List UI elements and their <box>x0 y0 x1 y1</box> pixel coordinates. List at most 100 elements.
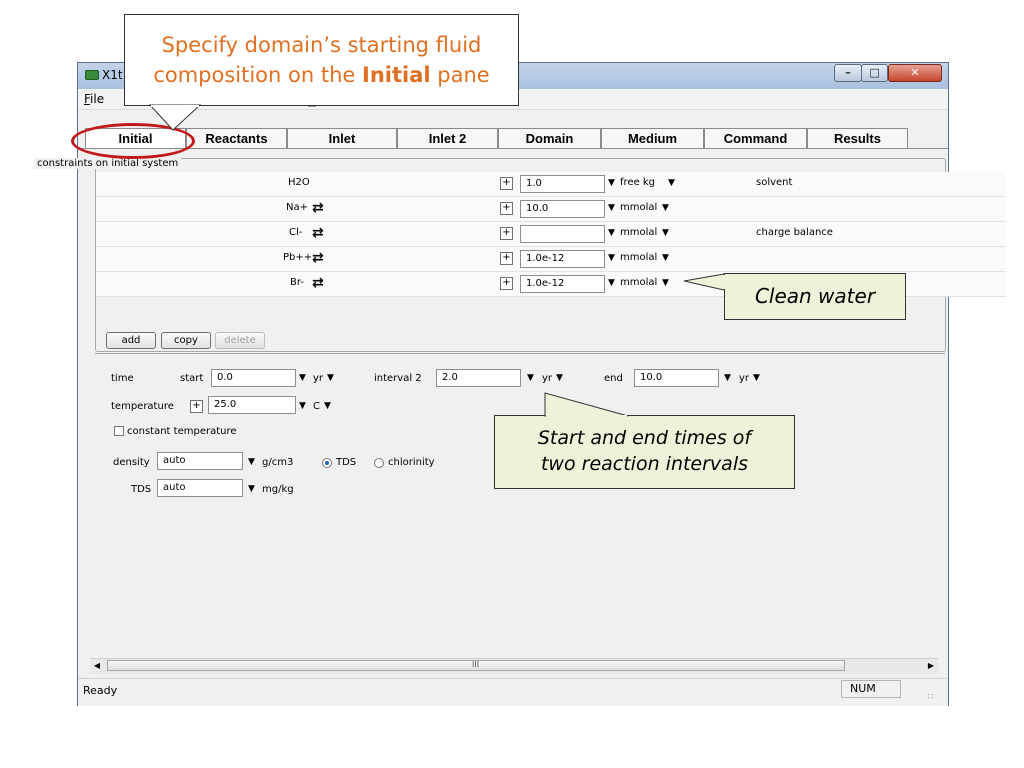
swap-icon[interactable]: ⇄ <box>312 201 324 215</box>
callout-pointer <box>683 273 725 291</box>
maximize-button[interactable]: □ <box>861 64 888 82</box>
temperature-unit-selector[interactable]: C <box>313 401 320 412</box>
interval-label: interval 2 <box>374 373 422 384</box>
scroll-right-icon[interactable]: ▶ <box>924 659 938 673</box>
callout-text: pane <box>430 63 490 87</box>
unit-selector[interactable]: mmolal <box>620 227 657 238</box>
density-unit-selector[interactable]: g/cm3 <box>262 457 293 468</box>
chevron-down-icon[interactable]: ▼ <box>724 373 731 383</box>
chevron-down-icon[interactable]: ▼ <box>608 203 615 213</box>
plus-icon[interactable]: + <box>500 202 513 215</box>
chevron-down-icon[interactable]: ▼ <box>324 401 331 411</box>
start-time-field[interactable]: 0.0 <box>211 369 296 387</box>
chevron-down-icon[interactable]: ▼ <box>608 278 615 288</box>
chevron-down-icon[interactable]: ▼ <box>327 373 334 383</box>
temperature-label: temperature <box>111 401 174 412</box>
chevron-down-icon[interactable]: ▼ <box>248 457 255 467</box>
callout-line: Start and end times of <box>537 427 752 449</box>
chevron-down-icon[interactable]: ▼ <box>299 373 306 383</box>
chevron-down-icon[interactable]: ▼ <box>608 253 615 263</box>
callout-text: composition on the <box>153 63 362 87</box>
constraint-value-field[interactable]: 1.0e-12 <box>520 250 605 268</box>
menu-item-file[interactable]: File <box>84 92 104 106</box>
window-title: X1t <box>102 68 123 82</box>
swap-icon[interactable]: ⇄ <box>312 251 324 265</box>
maximize-icon: □ <box>869 66 880 79</box>
interval-unit-selector[interactable]: yr <box>542 373 552 384</box>
add-button[interactable]: add <box>106 332 156 349</box>
callout-initial-pane: Specify domain’s starting fluid composit… <box>124 14 519 106</box>
species-name: Pb++ <box>283 252 313 263</box>
constant-temperature-checkbox[interactable] <box>114 426 124 436</box>
tab-label: Medium <box>627 131 678 146</box>
chevron-down-icon[interactable]: ▼ <box>608 228 615 238</box>
chevron-down-icon[interactable]: ▼ <box>668 178 675 188</box>
unit-selector[interactable]: mmolal <box>620 277 657 288</box>
close-icon: ✕ <box>910 66 920 79</box>
tab-divider <box>78 148 948 149</box>
scroll-left-icon[interactable]: ◀ <box>90 659 104 673</box>
constraint-value-field[interactable]: 10.0 <box>520 200 605 218</box>
chevron-down-icon[interactable]: ▼ <box>556 373 563 383</box>
unit-selector[interactable]: free kg <box>620 177 655 188</box>
temperature-field[interactable]: 25.0 <box>208 396 296 414</box>
num-lock-indicator: NUM <box>841 680 901 698</box>
chlorinity-radio-label: chlorinity <box>388 457 435 468</box>
species-name: Cl- <box>289 227 303 238</box>
tds-unit-selector[interactable]: mg/kg <box>262 484 294 495</box>
constraint-value-field[interactable]: 1.0 <box>520 175 605 193</box>
constraint-value-field[interactable] <box>520 225 605 243</box>
chevron-down-icon[interactable]: ▼ <box>662 253 669 263</box>
plus-icon[interactable]: + <box>190 400 203 413</box>
start-unit-selector[interactable]: yr <box>313 373 323 384</box>
constant-temperature-label: constant temperature <box>127 426 237 437</box>
tds-field[interactable]: auto <box>157 479 243 497</box>
chevron-down-icon[interactable]: ▼ <box>662 203 669 213</box>
chevron-down-icon[interactable]: ▼ <box>662 228 669 238</box>
plus-icon[interactable]: + <box>500 252 513 265</box>
chevron-down-icon[interactable]: ▼ <box>527 373 534 383</box>
plus-icon[interactable]: + <box>500 227 513 240</box>
density-field[interactable]: auto <box>157 452 243 470</box>
chevron-down-icon[interactable]: ▼ <box>299 401 306 411</box>
end-time-field[interactable]: 10.0 <box>634 369 719 387</box>
close-button[interactable]: ✕ <box>888 64 942 82</box>
density-label: density <box>113 457 150 468</box>
chevron-down-icon[interactable]: ▼ <box>753 373 760 383</box>
minimize-button[interactable]: – <box>834 64 862 82</box>
unit-selector[interactable]: mmolal <box>620 252 657 263</box>
callout-line: Specify domain’s starting fluid <box>161 33 482 57</box>
constraint-row: H2O + 1.0 ▼ free kg ▼ solvent <box>96 172 1006 197</box>
swap-icon[interactable]: ⇄ <box>312 226 324 240</box>
species-name: Br- <box>290 277 304 288</box>
end-unit-selector[interactable]: yr <box>739 373 749 384</box>
plus-icon[interactable]: + <box>500 177 513 190</box>
tab-medium[interactable]: Medium <box>601 128 704 148</box>
minimize-icon: – <box>845 66 851 79</box>
tab-command[interactable]: Command <box>704 128 807 148</box>
tab-label: Results <box>834 131 881 146</box>
constraint-row: Cl- ⇄ + ▼ mmolal ▼ charge balance <box>96 222 1006 247</box>
status-bar <box>78 678 948 706</box>
tab-inlet[interactable]: Inlet <box>287 128 397 148</box>
tab-results[interactable]: Results <box>807 128 908 148</box>
chevron-down-icon[interactable]: ▼ <box>662 278 669 288</box>
chevron-down-icon[interactable]: ▼ <box>248 484 255 494</box>
interval-time-field[interactable]: 2.0 <box>436 369 521 387</box>
swap-icon[interactable]: ⇄ <box>312 276 324 290</box>
copy-button[interactable]: copy <box>161 332 211 349</box>
constraint-value-field[interactable]: 1.0e-12 <box>520 275 605 293</box>
unit-selector[interactable]: mmolal <box>620 202 657 213</box>
tab-label: Inlet 2 <box>428 131 467 146</box>
callout-reaction-intervals: Start and end times of two reaction inte… <box>494 415 795 489</box>
chevron-down-icon[interactable]: ▼ <box>608 178 615 188</box>
tds-radio[interactable] <box>322 458 332 468</box>
delete-button[interactable]: delete <box>215 332 265 349</box>
tab-domain[interactable]: Domain <box>498 128 601 148</box>
resize-grip-icon[interactable]: ∷ <box>928 692 933 701</box>
tab-inlet-2[interactable]: Inlet 2 <box>397 128 498 148</box>
constraint-row: Pb++ ⇄ + 1.0e-12 ▼ mmolal ▼ <box>96 247 1006 272</box>
constraints-legend: constraints on initial system <box>34 158 182 169</box>
chlorinity-radio[interactable] <box>374 458 384 468</box>
plus-icon[interactable]: + <box>500 277 513 290</box>
